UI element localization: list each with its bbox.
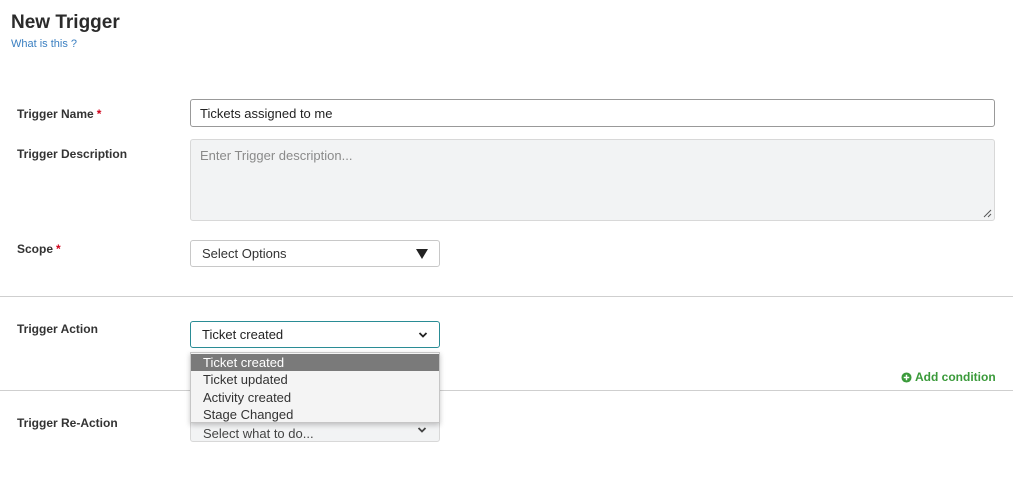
scope-select-value: Select Options <box>202 246 287 261</box>
option-ticket-updated[interactable]: Ticket updated <box>191 371 439 388</box>
required-mark: * <box>96 107 102 121</box>
add-condition-label: Add condition <box>915 370 996 384</box>
option-activity-created[interactable]: Activity created <box>191 389 439 406</box>
trigger-reaction-label: Trigger Re-Action <box>17 416 118 430</box>
required-mark: * <box>56 242 61 256</box>
plus-circle-icon <box>901 371 912 383</box>
option-ticket-created[interactable]: Ticket created <box>191 354 439 372</box>
page-title: New Trigger <box>11 12 120 33</box>
trigger-description-textarea[interactable] <box>190 139 995 221</box>
section-divider <box>0 390 1013 391</box>
scope-select[interactable]: Select Options <box>190 240 440 267</box>
add-condition-button[interactable]: Add condition <box>901 370 996 384</box>
trigger-action-label: Trigger Action <box>17 322 98 336</box>
section-divider <box>0 296 1013 297</box>
trigger-reaction-select-value: Select what to do... <box>203 425 314 441</box>
trigger-reaction-label-text: Trigger Re-Action <box>17 416 118 430</box>
scope-label: Scope * <box>17 242 61 256</box>
chevron-down-icon <box>418 331 428 338</box>
trigger-name-input[interactable] <box>190 99 995 127</box>
what-is-this-link[interactable]: What is this ? <box>11 38 77 50</box>
trigger-action-select[interactable]: Ticket created <box>190 321 440 348</box>
resize-grip-icon[interactable] <box>982 208 992 218</box>
trigger-description-label: Trigger Description <box>17 147 127 161</box>
trigger-action-dropdown-list: Ticket created Ticket updated Activity c… <box>190 352 440 423</box>
option-stage-changed[interactable]: Stage Changed <box>191 406 439 423</box>
chevron-down-icon <box>417 427 427 433</box>
triangle-down-icon <box>416 248 428 259</box>
trigger-action-select-value: Ticket created <box>202 327 284 342</box>
trigger-description-label-text: Trigger Description <box>17 147 128 161</box>
scope-label-text: Scope <box>17 242 54 256</box>
trigger-action-label-text: Trigger Action <box>17 322 98 336</box>
trigger-name-label: Trigger Name * <box>17 107 101 121</box>
trigger-name-label-text: Trigger Name <box>17 107 94 121</box>
